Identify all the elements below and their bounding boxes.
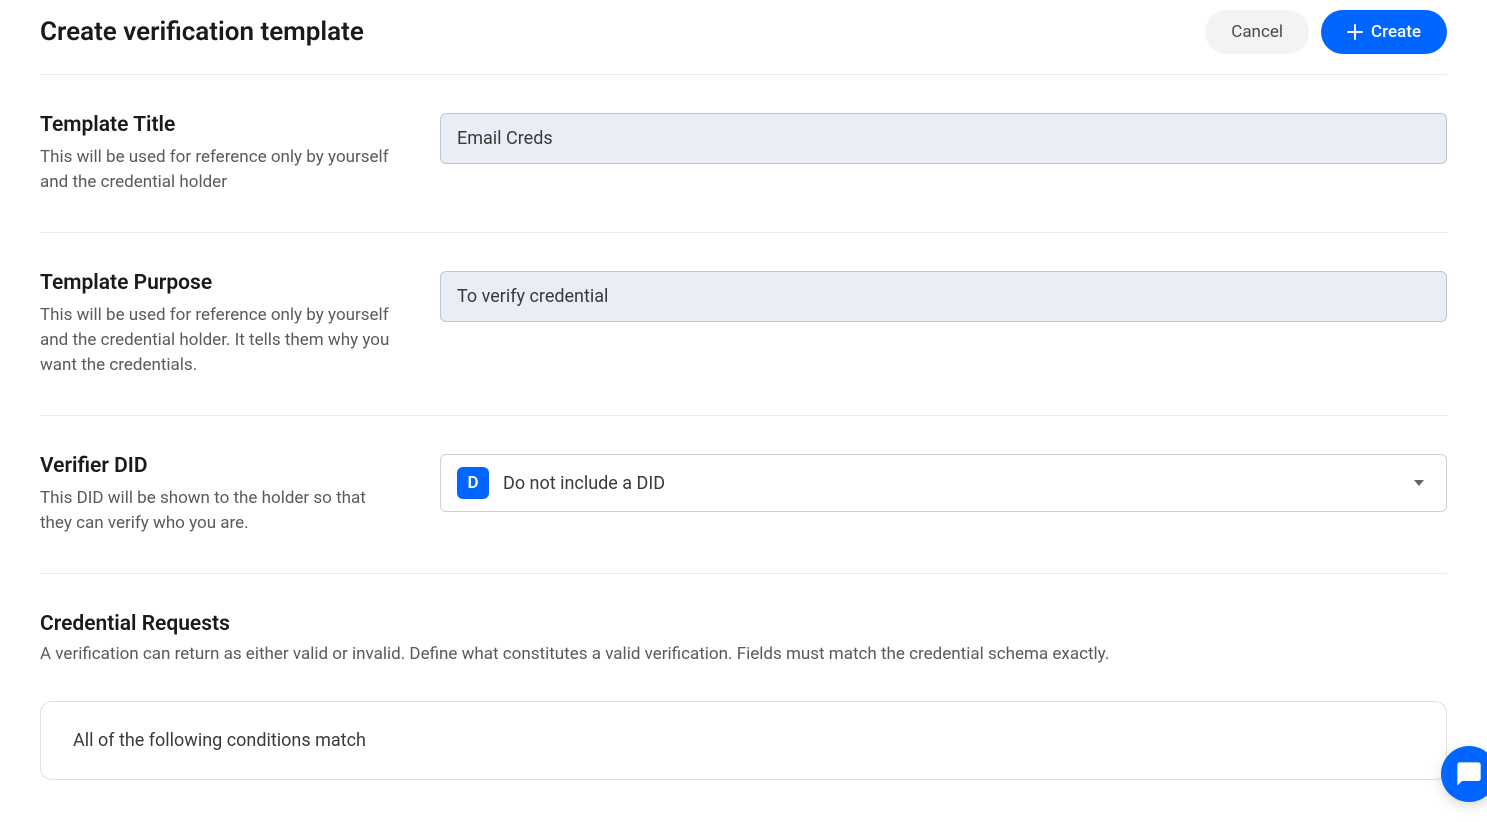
cancel-button[interactable]: Cancel [1205,10,1309,54]
template-purpose-input[interactable] [440,271,1447,322]
section-verifier-did: Verifier DID This DID will be shown to t… [40,416,1447,574]
header-actions: Cancel Create [1205,10,1447,54]
select-value: Do not include a DID [503,473,1400,494]
chat-widget-button[interactable] [1441,746,1487,802]
chat-icon [1455,760,1483,788]
field-description: This will be used for reference only by … [40,303,400,377]
verifier-did-select[interactable]: D Do not include a DID [440,454,1447,512]
section-template-purpose: Template Purpose This will be used for r… [40,233,1447,416]
field-label: Credential Requests [40,612,1447,636]
label-area: Template Title This will be used for ref… [40,113,400,194]
caret-down-icon [1414,480,1424,486]
create-button-label: Create [1371,22,1421,42]
input-area: D Do not include a DID [440,454,1447,535]
field-label: Template Purpose [40,271,400,295]
input-area [440,113,1447,194]
field-description: A verification can return as either vali… [40,642,1447,667]
label-area: Template Purpose This will be used for r… [40,271,400,377]
conditions-container: All of the following conditions match [40,701,1447,780]
page-title: Create verification template [40,17,364,47]
label-area: Verifier DID This DID will be shown to t… [40,454,400,535]
template-title-input[interactable] [440,113,1447,164]
page-header: Create verification template Cancel Crea… [40,0,1447,75]
section-template-title: Template Title This will be used for ref… [40,75,1447,233]
field-description: This DID will be shown to the holder so … [40,486,400,535]
field-description: This will be used for reference only by … [40,145,400,194]
section-credential-requests: Credential Requests A verification can r… [40,574,1447,800]
input-area [440,271,1447,377]
did-badge-icon: D [457,467,489,499]
field-label: Template Title [40,113,400,137]
create-button[interactable]: Create [1321,10,1447,54]
plus-icon [1347,24,1363,40]
conditions-label: All of the following conditions match [73,730,1414,751]
field-label: Verifier DID [40,454,400,478]
